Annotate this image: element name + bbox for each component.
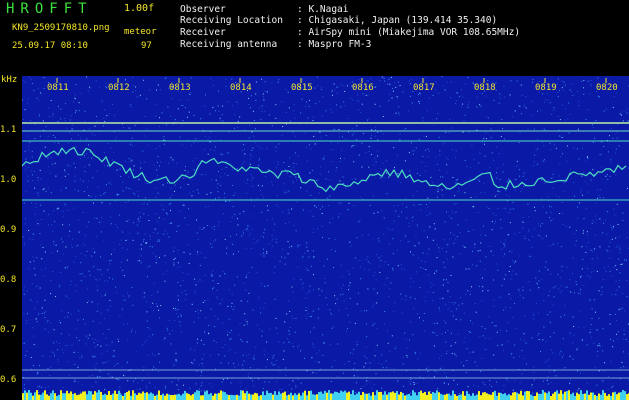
header-panel: HROFFT 1.00f KN9_2509170810.png meteor 9… [0,0,629,74]
receiver-label: Receiver [180,27,226,38]
receiver-value: : AirSpy mini (Miakejima VOR 108.65MHz) [297,27,521,38]
y-tick-0.9: 0.9 [0,225,17,235]
app-title: HROFFT [6,1,93,17]
x-tick-0812: 0812 [108,83,130,93]
y-tick-1.1: 1.1 [0,125,17,135]
y-tick-1.0: 1.0 [0,175,17,185]
datetime-label: 25.09.17 08:10 [12,41,88,51]
y-tick-0.7: 0.7 [0,325,17,335]
antenna-label: Receiving antenna [180,39,278,50]
x-tick-0815: 0815 [291,83,313,93]
y-tick-0.8: 0.8 [0,275,17,285]
spectrogram-plot[interactable]: 0811 0812 0813 0814 0815 0816 0817 0818 0819 0820 [22,76,629,400]
bottom-signal-bar [22,390,629,400]
antenna-value: : Maspro FM-3 [297,39,372,50]
y-tick-0.6: 0.6 [0,375,17,385]
doppler-trace [22,146,627,193]
x-tick-0819: 0819 [535,83,557,93]
location-value: : Chigasaki, Japan (139.414 35.340) [297,15,498,26]
x-tick-0817: 0817 [413,83,435,93]
meteor-count-value: 97 [141,41,152,51]
observer-value: : K.Nagai [297,4,349,15]
filename-label: KN9_2509170810.png [12,23,110,33]
location-label: Receiving Location [180,15,283,26]
meteor-count-label: meteor [124,27,157,37]
x-tick-0816: 0816 [352,83,374,93]
x-tick-0820: 0820 [596,83,618,93]
y-axis-unit: kHz [1,75,18,85]
x-tick-0811: 0811 [47,83,69,93]
observer-label: Observer [180,4,226,15]
x-tick-0813: 0813 [169,83,191,93]
carrier-lines [22,122,629,379]
spectrogram-canvas: 0811 0812 0813 0814 0815 0816 0817 0818 0819 0820 [22,76,629,400]
x-tick-0814: 0814 [230,83,252,93]
version-label: 1.00f [124,3,155,14]
noise-layer [22,76,629,400]
x-tick-0818: 0818 [474,83,496,93]
